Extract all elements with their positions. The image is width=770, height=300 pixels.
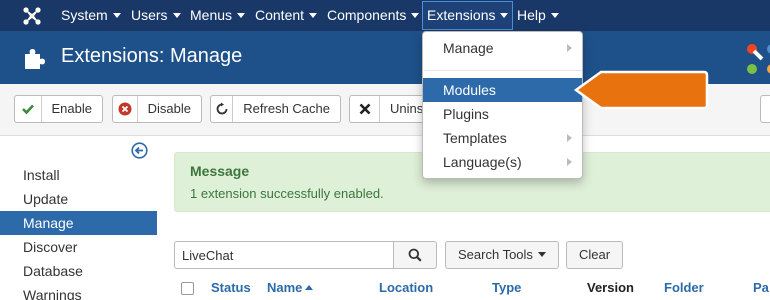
menu-item-plugins[interactable]: Plugins <box>423 102 582 126</box>
nav-menus[interactable]: Menus <box>190 0 246 31</box>
nav-extensions-label: Extensions <box>427 7 496 23</box>
enable-button-label: Enable <box>51 101 92 116</box>
column-folder[interactable]: Folder <box>664 280 704 295</box>
nav-help-label: Help <box>517 7 546 23</box>
callout-arrow <box>573 70 709 110</box>
message-title: Message <box>190 163 250 179</box>
column-version: Version <box>587 280 634 295</box>
joomla-logo-icon[interactable] <box>22 6 42 26</box>
select-all-checkbox[interactable] <box>181 282 194 295</box>
nav-components-label: Components <box>327 7 407 23</box>
search-button[interactable] <box>393 241 437 269</box>
refresh-cache-button[interactable]: Refresh Cache <box>210 95 341 123</box>
caret-down-icon <box>172 13 181 18</box>
clear-button[interactable]: Clear <box>566 241 623 269</box>
search-input[interactable] <box>174 241 394 269</box>
caret-down-icon <box>309 13 318 18</box>
sort-ascending-icon <box>305 285 314 290</box>
nav-extensions[interactable]: Extensions <box>422 1 514 30</box>
caret-down-icon <box>550 13 559 18</box>
menu-divider <box>424 70 582 71</box>
arrow-left-circle-icon[interactable] <box>131 142 148 159</box>
caret-down-icon <box>537 252 546 257</box>
nav-users-label: Users <box>131 7 168 23</box>
nav-content-label: Content <box>255 7 305 23</box>
joomla-brand-logo <box>747 44 770 74</box>
top-navbar: System Users Menus Content Components Ex… <box>0 0 770 31</box>
nav-users[interactable]: Users <box>131 0 181 31</box>
column-package[interactable]: Pa <box>753 280 769 295</box>
caret-down-icon <box>237 13 246 18</box>
menu-item-manage[interactable]: Manage <box>423 36 582 60</box>
search-tools-label: Search Tools <box>458 247 533 262</box>
menu-item-templates[interactable]: Templates <box>423 126 582 150</box>
caret-down-icon <box>411 13 420 18</box>
sidebar: Install Update Manage Discover Database … <box>0 137 157 300</box>
sidebar-item-database[interactable]: Database <box>0 259 157 283</box>
nav-help[interactable]: Help <box>517 0 559 31</box>
message-text: 1 extension successfully enabled. <box>190 186 384 201</box>
submenu-arrow-icon <box>567 134 572 142</box>
column-name-label: Name <box>267 280 303 295</box>
nav-system-label: System <box>61 7 108 23</box>
sidebar-item-warnings[interactable]: Warnings <box>0 283 157 300</box>
page-title: Extensions: Manage <box>61 45 243 67</box>
nav-components[interactable]: Components <box>327 0 420 31</box>
remove-circle-icon <box>113 96 138 122</box>
extensions-dropdown-menu: Manage Modules Plugins Templates Languag… <box>422 31 583 179</box>
toolbar-right-button[interactable] <box>760 95 770 123</box>
menu-item-languages-label: Language(s) <box>443 154 522 170</box>
caret-down-icon <box>112 13 121 18</box>
sidebar-item-update[interactable]: Update <box>0 187 157 211</box>
nav-menus-label: Menus <box>190 7 233 23</box>
x-icon <box>350 96 380 122</box>
column-type[interactable]: Type <box>492 280 521 295</box>
check-icon <box>15 96 42 122</box>
column-name[interactable]: Name <box>267 280 314 295</box>
refresh-icon <box>211 96 234 122</box>
enable-button[interactable]: Enable <box>14 95 103 123</box>
column-location[interactable]: Location <box>379 280 433 295</box>
nav-content[interactable]: Content <box>255 0 318 31</box>
nav-system[interactable]: System <box>61 0 121 31</box>
sidebar-item-install[interactable]: Install <box>0 163 157 187</box>
sidebar-item-manage[interactable]: Manage <box>0 211 157 235</box>
refresh-cache-button-label: Refresh Cache <box>243 101 330 116</box>
puzzle-piece-icon <box>25 49 45 69</box>
sidebar-item-discover[interactable]: Discover <box>0 235 157 259</box>
column-status[interactable]: Status <box>211 280 251 295</box>
disable-button[interactable]: Disable <box>112 95 202 123</box>
submenu-arrow-icon <box>567 44 572 52</box>
menu-item-languages[interactable]: Language(s) <box>423 150 582 174</box>
menu-item-manage-label: Manage <box>443 40 494 56</box>
disable-button-label: Disable <box>147 101 191 116</box>
submenu-arrow-icon <box>567 158 572 166</box>
search-icon <box>408 248 422 262</box>
search-tools-button[interactable]: Search Tools <box>445 241 559 269</box>
menu-item-modules[interactable]: Modules <box>423 78 582 102</box>
menu-item-templates-label: Templates <box>443 130 507 146</box>
caret-down-icon <box>500 13 509 18</box>
